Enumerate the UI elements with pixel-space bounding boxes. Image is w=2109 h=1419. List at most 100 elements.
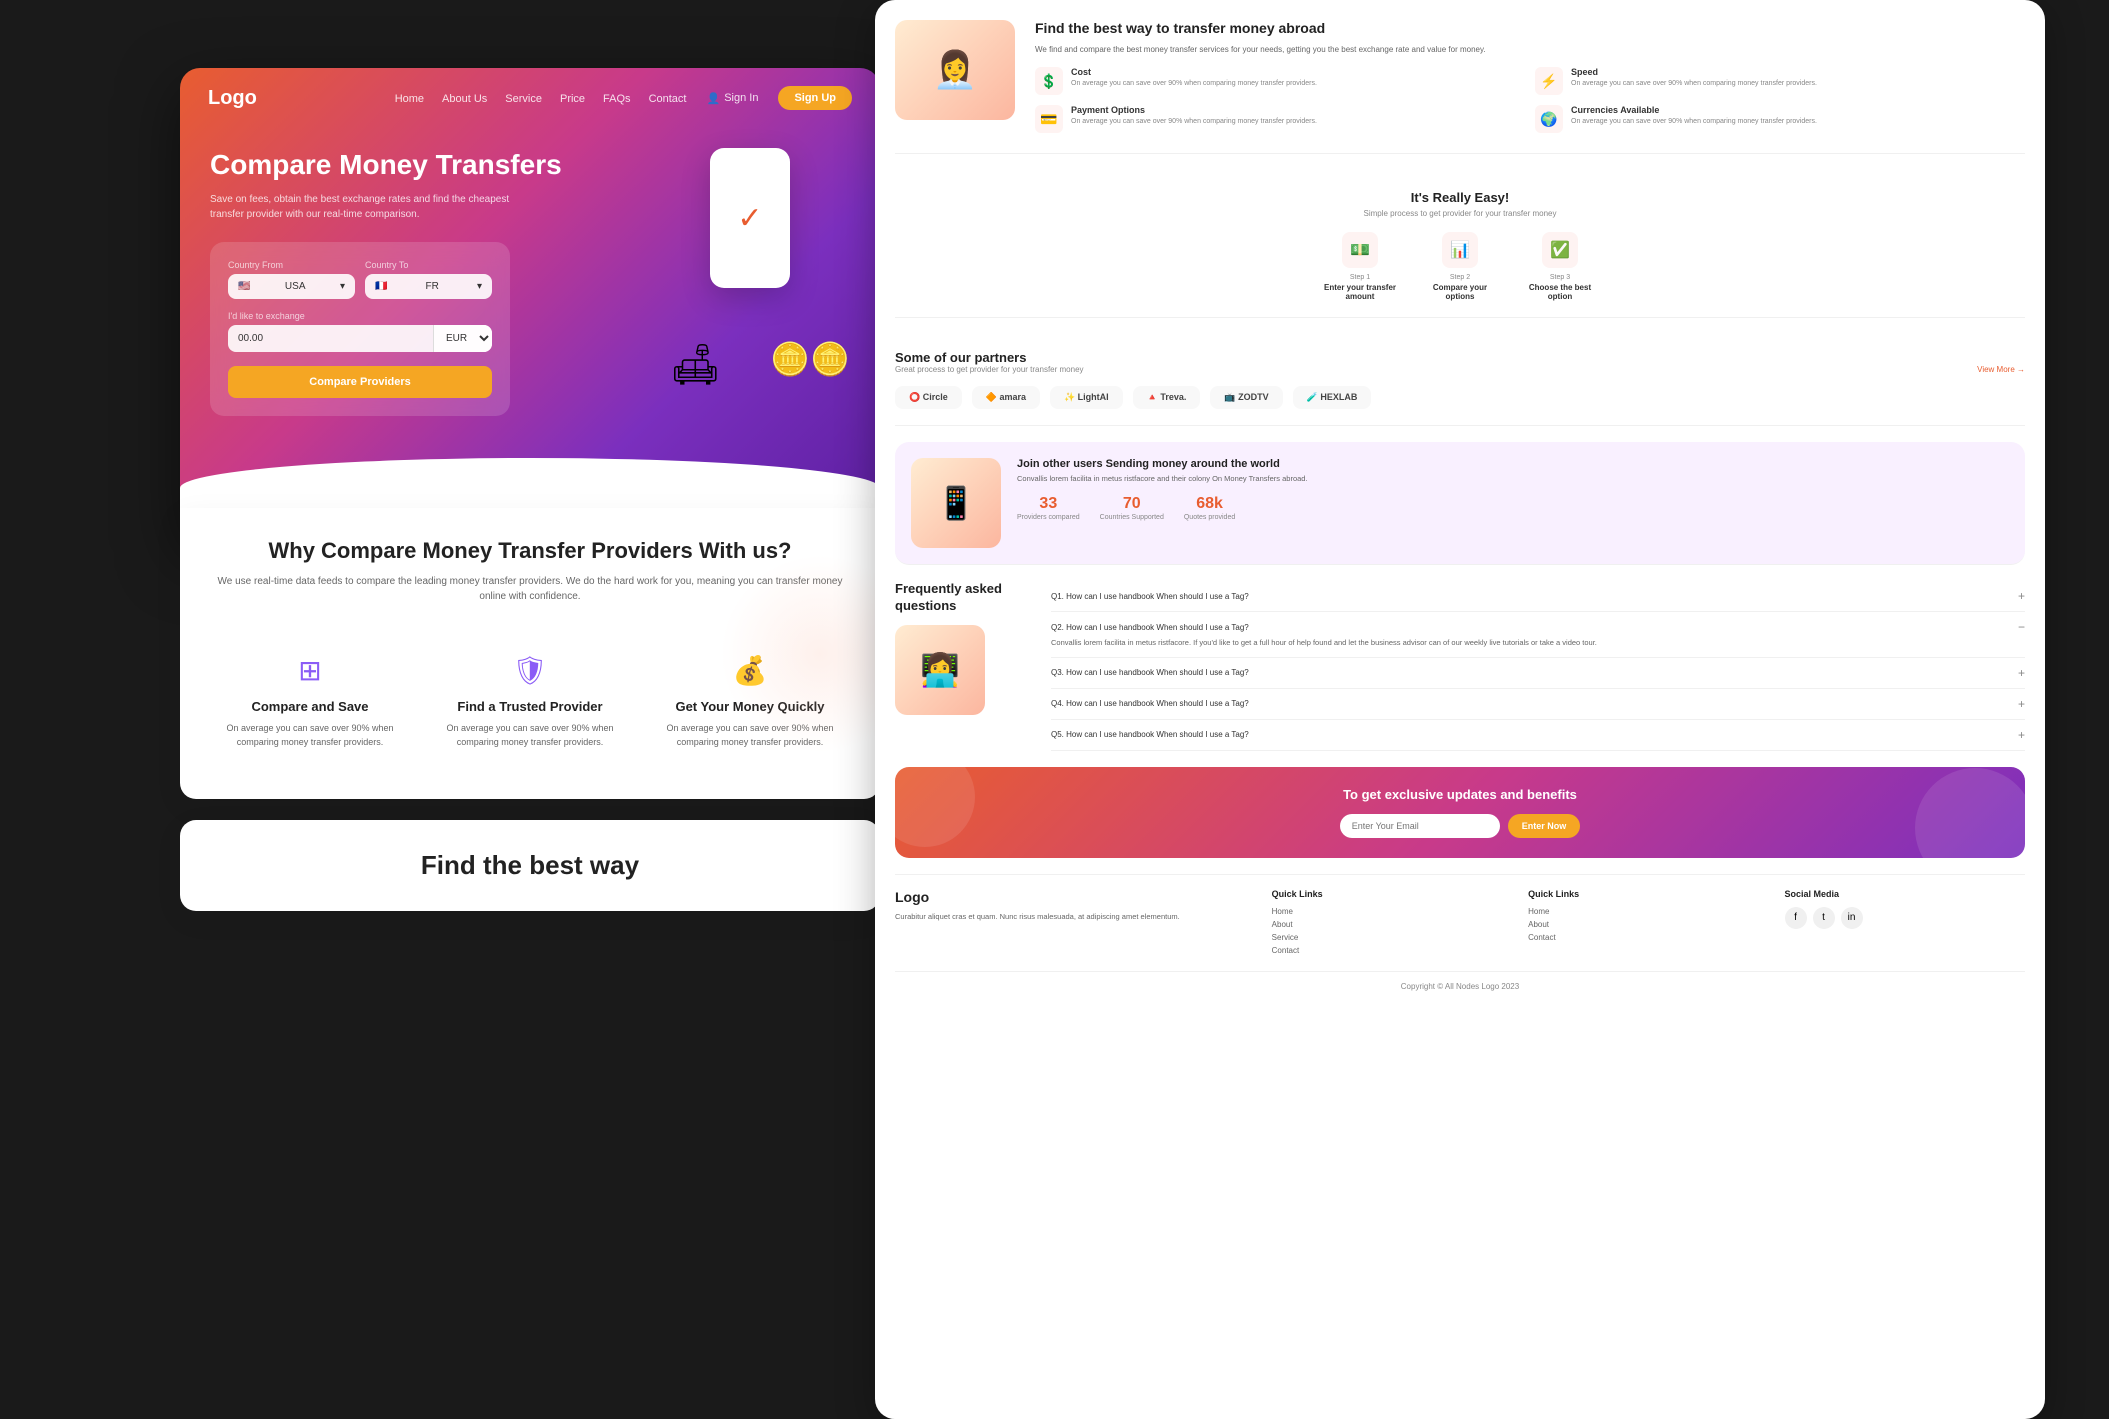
rc-worldwide-subtitle: Convallis lorem facilita in metus ristfa… [1017,474,2009,485]
footer-link-about2[interactable]: About [1528,920,1768,929]
nav-links: Home About Us Service Price FAQs Contact [395,89,687,107]
nav-service[interactable]: Service [505,93,542,105]
compare-icon: ⊞ [220,654,400,687]
country-from-label: Country From [228,260,355,270]
faq-toggle-3[interactable]: + [2018,666,2025,680]
country-to-label: Country To [365,260,492,270]
rc-social-icons: f t in [1785,907,2025,929]
footer-link-about[interactable]: About [1272,920,1512,929]
rc-faq-title: Frequently asked questions [895,581,1035,615]
rc-partners-title: Some of our partners [895,350,1084,365]
faq-toggle-5[interactable]: + [2018,728,2025,742]
rc-newsletter-title: To get exclusive updates and benefits [915,787,2005,802]
newsletter-email-input[interactable] [1340,814,1500,838]
rc-partners-subtitle: Great process to get provider for your t… [895,365,1084,374]
features-row: ⊞ Compare and Save On average you can sa… [210,634,850,769]
feature-quick-title: Get Your Money Quickly [660,699,840,714]
facebook-icon[interactable]: f [1785,907,1807,929]
twitter-icon[interactable]: t [1813,907,1835,929]
rc-footer-col-1: Quick Links Home About Service Contact [1272,889,1512,959]
rc-partners-more-link[interactable]: View More → [1977,365,2025,374]
rc-easy-subtitle: Simple process to get provider for your … [895,209,2025,218]
rc-feature-payment: 💳 Payment Options On average you can sav… [1035,105,1525,133]
newsletter-submit-button[interactable]: Enter Now [1508,814,1581,838]
currency-select[interactable]: EUR USD GBP [433,325,492,352]
nav-contact[interactable]: Contact [649,93,687,105]
step2-icon: 📊 [1442,232,1478,268]
rc-newsletter-form: Enter Now [915,814,2005,838]
faq-item-4: Q4. How can I use handbook When should I… [1051,689,2025,720]
rc-hero-title: Find the best way to transfer money abro… [1035,20,2025,36]
partner-amara: 🔶 amara [972,386,1040,409]
rc-faq-items: Q1. How can I use handbook When should I… [1051,581,2025,751]
main-hero-card: Logo Home About Us Service Price FAQs Co… [180,68,880,538]
compare-providers-button[interactable]: Compare Providers [228,366,492,398]
rc-feature-cost-text: Cost On average you can save over 90% wh… [1071,67,1317,88]
partner-lightai: ✨ LightAI [1050,386,1123,409]
user-icon: 👤 [706,92,720,105]
rc-step-2: 📊 Step 2 Compare your options [1420,232,1500,301]
chevron-down-icon-2: ▾ [477,281,482,292]
rc-stat-providers: 33 Providers compared [1017,495,1080,522]
nav-signup-button[interactable]: Sign Up [778,86,852,110]
faq-toggle-1[interactable]: + [2018,589,2025,603]
rc-footer-social-col: Social Media f t in [1785,889,2025,959]
faq-toggle-4[interactable]: + [2018,697,2025,711]
rc-partners-section: Some of our partners Great process to ge… [895,334,2025,426]
rc-partners-header: Some of our partners Great process to ge… [895,350,2025,374]
rc-stats: 33 Providers compared 70 Countries Suppo… [1017,495,2009,522]
navigation: Logo Home About Us Service Price FAQs Co… [180,68,880,128]
rc-hero-image: 👩‍💼 [895,20,1015,120]
rc-hero-section: 👩‍💼 Find the best way to transfer money … [895,20,2025,154]
nav-faqs[interactable]: FAQs [603,93,631,105]
footer-link-home2[interactable]: Home [1528,907,1768,916]
rc-hero-content: Find the best way to transfer money abro… [1035,20,2025,133]
rc-step-3: ✅ Step 3 Choose the best option [1520,232,1600,301]
faq-item-2-header: Q2. How can I use handbook When should I… [1051,620,2025,634]
rc-footer: Logo Curabitur aliquet cras et quam. Nun… [895,874,2025,991]
rc-feature-cost: 💲 Cost On average you can save over 90% … [1035,67,1525,95]
exchange-label: I'd like to exchange [228,311,492,321]
nav-price[interactable]: Price [560,93,585,105]
faq-item-1: Q1. How can I use handbook When should I… [1051,581,2025,612]
phone-coins-icon: 📱 [936,484,976,522]
footer-link-contact2[interactable]: Contact [1528,933,1768,942]
footer-link-service[interactable]: Service [1272,933,1512,942]
country-from-select[interactable]: 🇺🇸 USA ▾ [228,274,355,299]
feature-trusted-desc: On average you can save over 90% when co… [440,722,620,749]
faq-woman-icon: 👩‍💻 [920,651,960,689]
faq-item-5: Q5. How can I use handbook When should I… [1051,720,2025,751]
chevron-down-icon: ▾ [340,281,345,292]
rc-feature-speed: ⚡ Speed On average you can save over 90%… [1535,67,2025,95]
faq-toggle-2[interactable]: − [2018,620,2025,634]
currencies-icon: 🌍 [1535,105,1563,133]
rc-easy-section: It's Really Easy! Simple process to get … [895,174,2025,318]
rc-faq-section: Frequently asked questions 👩‍💻 Q1. How c… [895,581,2025,751]
rc-steps: 💵 Step 1 Enter your transfer amount 📊 St… [895,232,2025,301]
nav-home[interactable]: Home [395,93,424,105]
feature-compare-desc: On average you can save over 90% when co… [220,722,400,749]
exchange-input[interactable] [228,325,433,352]
country-to-select[interactable]: 🇫🇷 FR ▾ [365,274,492,299]
rc-worldwide-content: Join other users Sending money around th… [1017,458,2009,548]
linkedin-icon[interactable]: in [1841,907,1863,929]
speed-icon: ⚡ [1535,67,1563,95]
rc-feature-currencies-text: Currencies Available On average you can … [1571,105,1817,126]
footer-link-contact[interactable]: Contact [1272,946,1512,955]
feature-quick: 💰 Get Your Money Quickly On average you … [650,634,850,769]
feature-trusted-title: Find a Trusted Provider [440,699,620,714]
rc-feature-payment-text: Payment Options On average you can save … [1071,105,1317,126]
right-panel: 👩‍💼 Find the best way to transfer money … [875,0,2045,1419]
why-subtitle: We use real-time data feeds to compare t… [210,574,850,604]
nav-signin[interactable]: 👤 Sign In [706,92,758,105]
rc-footer-brand: Logo Curabitur aliquet cras et quam. Nun… [895,889,1256,959]
footer-link-home[interactable]: Home [1272,907,1512,916]
exchange-group: I'd like to exchange EUR USD GBP [228,311,492,352]
nav-about[interactable]: About Us [442,93,487,105]
partner-zodtv: 📺 ZODTV [1210,386,1282,409]
rc-hero-desc: We find and compare the best money trans… [1035,44,2025,55]
step3-icon: ✅ [1542,232,1578,268]
find-title: Find the best way [210,850,850,881]
hero-subtitle: Save on fees, obtain the best exchange r… [210,192,510,222]
country-from-group: Country From 🇺🇸 USA ▾ [228,260,355,299]
